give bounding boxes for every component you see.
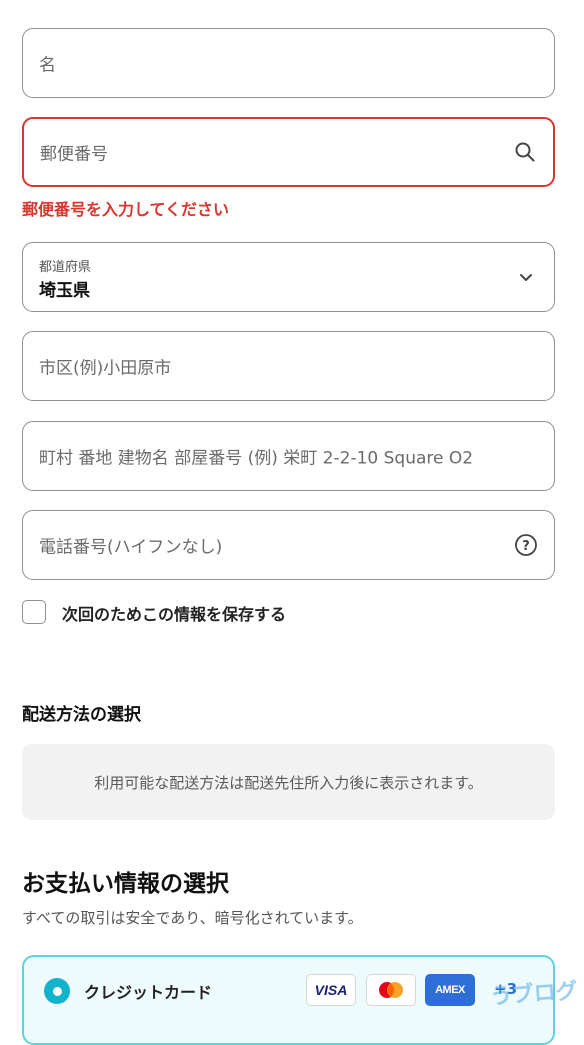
address-placeholder: 町村 番地 建物名 部屋番号 (例) 栄町 2-2-10 Square O2: [39, 448, 474, 469]
visa-logo: VISA: [306, 974, 356, 1006]
credit-card-radio[interactable]: [44, 978, 70, 1004]
prefecture-select[interactable]: 都道府県 埼玉県: [22, 242, 555, 312]
city-field[interactable]: 市区(例)小田原市: [22, 331, 555, 401]
payment-section-title: お支払い情報の選択: [22, 871, 229, 897]
payment-subtitle: すべての取引は安全であり、暗号化されています。: [22, 909, 363, 927]
search-icon[interactable]: [513, 140, 537, 164]
prefecture-label: 都道府県: [39, 260, 92, 275]
amex-logo-text: AMEX: [435, 984, 465, 996]
postal-code-field[interactable]: 郵便番号: [22, 117, 555, 187]
help-circle-icon[interactable]: ?: [514, 533, 538, 557]
credit-card-option[interactable]: クレジットカード VISA AMEX +3: [22, 955, 555, 1045]
shipping-notice: 利用可能な配送方法は配送先住所入力後に表示されます。: [22, 744, 555, 820]
postal-code-error: 郵便番号を入力してください: [22, 200, 230, 219]
first-name-placeholder: 名: [39, 55, 56, 76]
chevron-down-icon: [514, 265, 538, 289]
address-field[interactable]: 町村 番地 建物名 部屋番号 (例) 栄町 2-2-10 Square O2: [22, 421, 555, 491]
save-info-label[interactable]: 次回のためこの情報を保存する: [62, 601, 286, 625]
radio-selected-dot: [52, 986, 62, 996]
postal-code-placeholder: 郵便番号: [40, 144, 108, 165]
save-info-checkbox[interactable]: [22, 600, 46, 624]
visa-logo-text: VISA: [314, 982, 348, 998]
phone-placeholder: 電話番号(ハイフンなし): [39, 537, 223, 558]
watermark: うブログ: [489, 978, 579, 1011]
mastercard-logo: [366, 974, 416, 1006]
svg-text:?: ?: [522, 539, 530, 554]
first-name-field[interactable]: 名: [22, 28, 555, 98]
amex-logo: AMEX: [425, 974, 475, 1006]
shipping-notice-text: 利用可能な配送方法は配送先住所入力後に表示されます。: [94, 773, 483, 792]
credit-card-label: クレジットカード: [84, 983, 213, 1002]
city-placeholder: 市区(例)小田原市: [39, 358, 172, 379]
prefecture-value: 埼玉県: [39, 281, 90, 301]
shipping-section-title: 配送方法の選択: [22, 705, 141, 725]
phone-field[interactable]: 電話番号(ハイフンなし) ?: [22, 510, 555, 580]
